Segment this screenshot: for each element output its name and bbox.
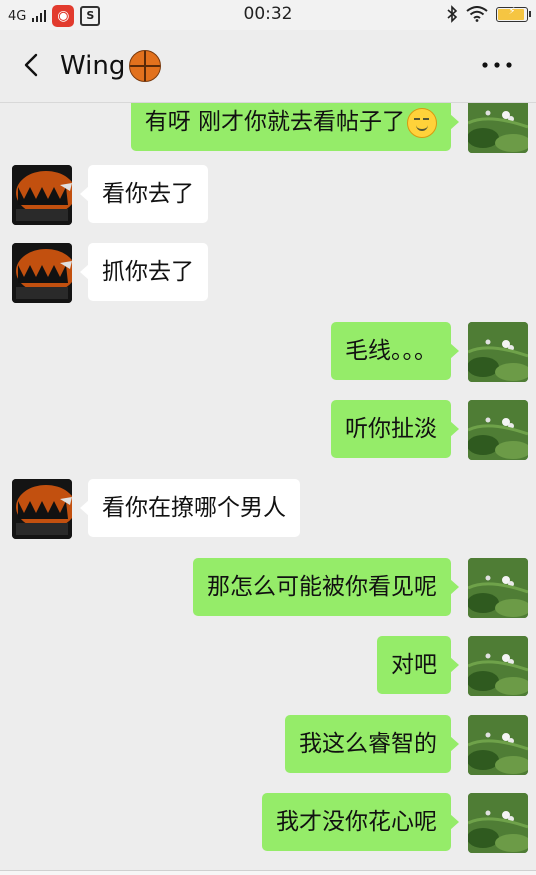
chat-header: Wing (0, 30, 536, 103)
wifi-icon (466, 6, 488, 22)
my-avatar[interactable] (468, 558, 528, 618)
my-avatar[interactable] (468, 322, 528, 382)
friend-avatar[interactable] (12, 243, 72, 303)
message-bubble[interactable]: 抓你去了 (80, 243, 208, 301)
message-bubble[interactable]: 听你扯淡 (331, 400, 459, 458)
message-bubble[interactable]: 看你在撩哪个男人 (80, 479, 300, 537)
message-bubble[interactable]: 我这么睿智的 (285, 715, 459, 773)
status-right: ⚡ (446, 5, 531, 23)
message-bubble[interactable]: 那怎么可能被你看见呢 (193, 558, 459, 616)
my-avatar[interactable] (468, 103, 528, 153)
my-avatar[interactable] (468, 715, 528, 775)
basketball-icon (129, 50, 162, 82)
contact-name: Wing (60, 51, 126, 81)
message-bubble[interactable]: 对吧 (377, 636, 459, 694)
friend-avatar[interactable] (12, 479, 72, 539)
charging-bolt-icon: ⚡ (508, 5, 516, 17)
message-text: 有呀 刚才你就去看帖子了 (144, 109, 405, 135)
message-bubble[interactable]: 看你去了 (80, 165, 208, 223)
bluetooth-icon (447, 5, 458, 23)
message-bubble[interactable]: 我才没你花心呢 (262, 793, 459, 851)
my-avatar[interactable] (468, 636, 528, 696)
chat-list: 有呀 刚才你就去看帖子了 看你去了 抓你去了 毛线。。。 听你扯淡 看你在撩哪个… (0, 103, 536, 875)
message-bubble[interactable]: 毛线。。。 (331, 322, 459, 380)
more-dots-icon[interactable] (480, 58, 514, 72)
input-bar-edge (0, 870, 536, 875)
status-bar: 4G ◉ S 00:32 ⚡ (0, 0, 536, 30)
my-avatar[interactable] (468, 793, 528, 853)
my-avatar[interactable] (468, 400, 528, 460)
chat-title: Wing (60, 50, 162, 82)
battery-icon: ⚡ (496, 5, 531, 22)
message-bubble[interactable]: 有呀 刚才你就去看帖子了 (130, 103, 460, 151)
smirk-emoji-icon (407, 107, 437, 138)
friend-avatar[interactable] (12, 165, 72, 225)
chevron-left-icon[interactable] (18, 50, 48, 80)
